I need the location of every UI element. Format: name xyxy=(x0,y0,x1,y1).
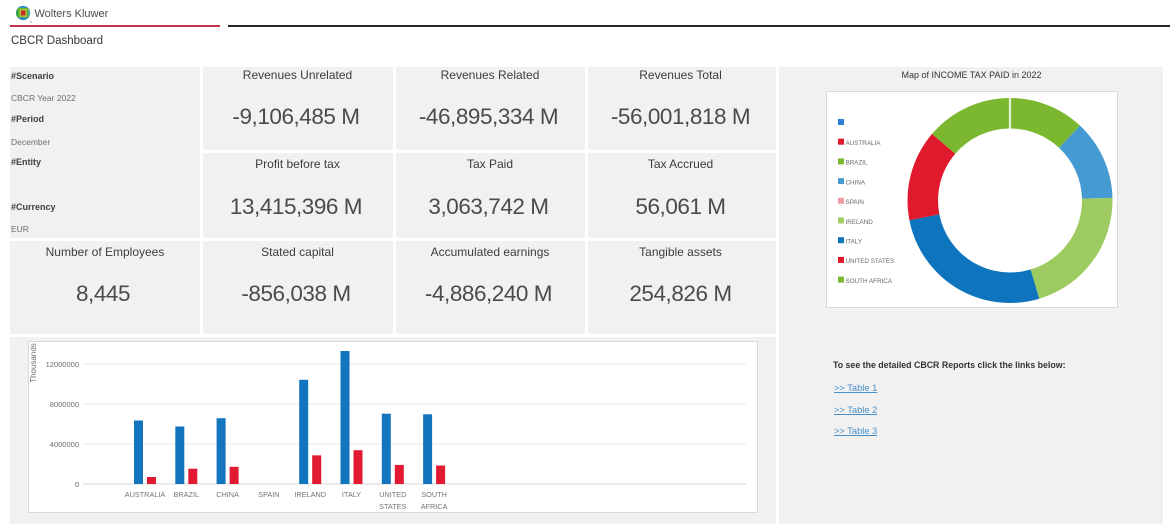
svg-text:IRELAND: IRELAND xyxy=(294,490,326,499)
svg-text:AFRICA: AFRICA xyxy=(421,502,448,511)
svg-text:SPAIN: SPAIN xyxy=(258,490,279,499)
svg-text:UNITED: UNITED xyxy=(379,490,406,499)
svg-text:AUSTRALIA: AUSTRALIA xyxy=(846,140,882,147)
svg-text:AUSTRALIA: AUSTRALIA xyxy=(125,490,166,499)
svg-text:4000000: 4000000 xyxy=(50,440,79,449)
svg-text:BRAZIL: BRAZIL xyxy=(174,490,200,499)
svg-text:BRAZIL: BRAZIL xyxy=(846,160,869,167)
svg-text:Thousands: Thousands xyxy=(29,343,38,383)
svg-text:CHINA: CHINA xyxy=(846,179,866,186)
svg-text:ITALY: ITALY xyxy=(846,239,863,246)
svg-text:CHINA: CHINA xyxy=(216,490,239,499)
svg-text:0: 0 xyxy=(75,480,79,489)
svg-text:12000000: 12000000 xyxy=(46,360,79,369)
svg-text:SOUTH: SOUTH xyxy=(421,490,447,499)
svg-text:IRELAND: IRELAND xyxy=(846,219,874,226)
svg-text:SPAIN: SPAIN xyxy=(846,199,865,206)
svg-text:8000000: 8000000 xyxy=(50,400,79,409)
svg-text:UNITED STATES: UNITED STATES xyxy=(846,258,895,265)
svg-text:ITALY: ITALY xyxy=(342,490,361,499)
svg-text:SOUTH AFRICA: SOUTH AFRICA xyxy=(846,278,893,285)
svg-text:STATES: STATES xyxy=(379,502,406,511)
